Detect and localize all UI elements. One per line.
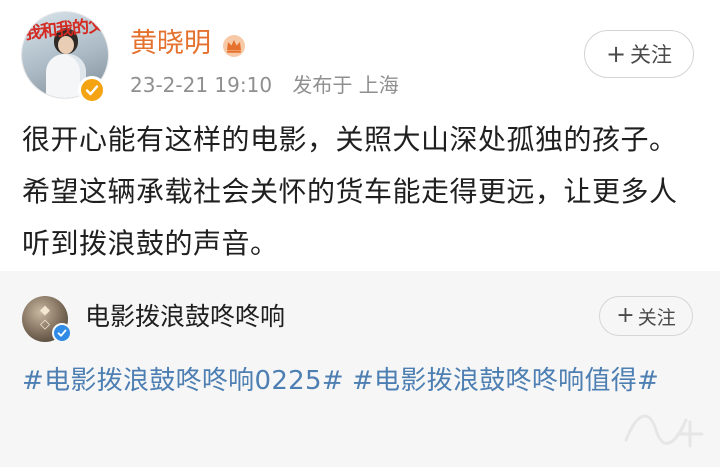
post-timestamp: 23-2-21 19:10 xyxy=(130,73,273,97)
hashtag-link[interactable]: #电影拨浪鼓咚咚响0225# xyxy=(22,366,344,396)
post-meta: 23-2-21 19:10 发布于 上海 xyxy=(130,71,399,99)
avatar-calligraphy: 我和我的父辈 xyxy=(23,14,108,44)
crown-icon[interactable] xyxy=(221,33,247,57)
plus-icon: + xyxy=(616,303,635,328)
repost-hashtags: #电影拨浪鼓咚咚响0225# #电影拨浪鼓咚咚响值得# xyxy=(22,359,696,403)
follow-label: 关注 xyxy=(637,306,676,329)
follow-button[interactable]: + 关注 xyxy=(584,30,694,78)
repost-follow-button[interactable]: + 关注 xyxy=(599,296,693,336)
verified-badge-icon xyxy=(78,76,106,104)
post-text: 很开心能有这样的电影，关照大山深处孤独的孩子。希望这辆承载社会关怀的货车能走得更… xyxy=(22,123,678,260)
post-header: 我和我的父辈 黄晓明 23-2-21 19:10 发布于 上海 + 关注 xyxy=(0,0,720,110)
post-location: 发布于 上海 xyxy=(292,73,399,97)
watermark-icon xyxy=(624,414,704,448)
author-name[interactable]: 黄晓明 xyxy=(130,27,211,61)
blue-verified-icon xyxy=(52,323,72,343)
follow-label: 关注 xyxy=(630,43,673,67)
hashtag-link[interactable]: #电影拨浪鼓咚咚响值得# xyxy=(352,366,659,396)
repost-card[interactable]: ◆ ◇ 电影拨浪鼓咚咚响 + 关注 #电影拨浪鼓咚咚响0225# #电影拨浪鼓咚咚响… xyxy=(0,271,720,467)
plus-icon: + xyxy=(605,40,627,68)
repost-author-name[interactable]: 电影拨浪鼓咚咚响 xyxy=(85,299,285,335)
